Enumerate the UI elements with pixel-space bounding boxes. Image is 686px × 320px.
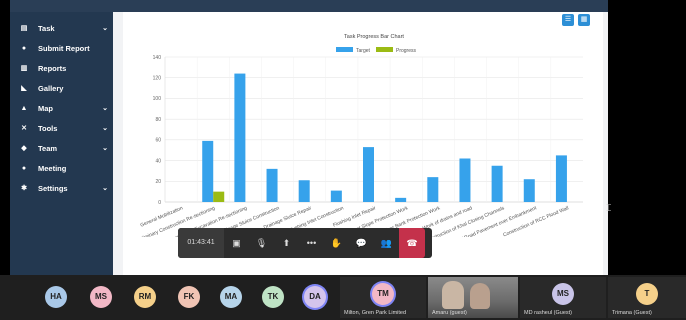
sidebar-item-label: Gallery — [38, 83, 64, 93]
legend-label-target: Target — [356, 48, 371, 54]
avatar[interactable]: TK — [262, 286, 284, 308]
avatar: T — [636, 283, 658, 305]
avatar[interactable]: DA — [304, 286, 326, 308]
legend-swatch-target — [336, 47, 353, 52]
task-icon: ▤ — [20, 25, 28, 32]
bar-target — [202, 140, 214, 202]
bar-target — [491, 165, 503, 202]
team-icon: ◆ — [21, 145, 27, 152]
avatar[interactable]: MS — [90, 286, 112, 308]
y-tick-label: 60 — [155, 138, 161, 144]
sidebar-item-settings[interactable]: ✱ Settings ⌄ — [18, 180, 108, 196]
sidebar-item-label: Tools — [38, 123, 58, 133]
participants-bar: HA MS RM FK MA TK DA TM Milton, Gren Park Limite… — [0, 275, 686, 320]
call-timer: 01:43:41 — [178, 228, 224, 258]
participant-name: Trimana (Guest) — [612, 310, 652, 316]
share-screen-icon[interactable]: ⬆ — [274, 228, 299, 258]
y-tick-label: 120 — [153, 76, 162, 82]
chevron-down-icon[interactable]: ⌄ — [102, 124, 108, 132]
settings-icon: ✱ — [21, 185, 27, 192]
bar-target — [427, 177, 439, 202]
camera-off-icon[interactable]: ▣ — [224, 228, 249, 258]
sidebar-item-label: Meeting — [38, 163, 67, 173]
sidebar-item-tools[interactable]: ✕ Tools ⌄ — [18, 120, 108, 136]
participant-video — [442, 281, 464, 309]
avatar[interactable]: RM — [134, 286, 156, 308]
participant-name: Amaru (guest) — [432, 310, 467, 316]
legend-swatch-progress — [376, 47, 393, 52]
sidebar-item-label: Task — [38, 23, 55, 33]
mouse-cursor-icon: ⌶ — [606, 203, 612, 213]
y-tick-label: 0 — [158, 200, 161, 206]
y-tick-label: 40 — [155, 158, 161, 164]
bar-target — [298, 180, 310, 202]
map-icon: ▲ — [20, 104, 28, 112]
bar-target — [330, 190, 342, 202]
y-tick-label: 20 — [155, 179, 161, 185]
sidebar-item-label: Settings — [38, 183, 68, 193]
y-tick-label: 140 — [153, 55, 162, 61]
avatar: MS — [552, 283, 574, 305]
right-blank-area — [608, 0, 686, 275]
y-tick-label: 80 — [155, 117, 161, 123]
chevron-down-icon[interactable]: ⌄ — [102, 104, 108, 112]
sidebar-item-label: Team — [38, 143, 58, 153]
sidebar-item-label: Reports — [38, 63, 67, 73]
chart-title: Task Progress Bar Chart — [344, 34, 404, 40]
legend-label-progress: Progress — [396, 48, 417, 54]
bar-target — [459, 158, 471, 202]
avatar: TM — [372, 283, 394, 305]
report-icon: ● — [21, 44, 27, 52]
end-call-icon[interactable]: ☎ — [399, 228, 425, 258]
avatar[interactable]: FK — [178, 286, 200, 308]
sidebar-item-gallery[interactable]: ◣ Gallery — [18, 80, 108, 96]
participant-tile[interactable]: TM Milton, Gren Park Limited — [340, 277, 426, 318]
avatar[interactable]: MA — [220, 286, 242, 308]
meeting-window: ▤ Task ⌄ ● Submit Report ▥ Reports ◣ Gallery ▲ Map… — [0, 0, 686, 320]
sidebar-item-label: Submit Report — [38, 43, 90, 53]
mic-off-icon[interactable]: 🎙 — [249, 228, 274, 258]
more-icon[interactable]: ••• — [299, 228, 324, 258]
sidebar-item-reports[interactable]: ▥ Reports — [18, 60, 108, 76]
participant-tile[interactable]: MS MD rasheul (Guest) — [520, 277, 606, 318]
bar-target — [234, 73, 246, 202]
sidebar-item-team[interactable]: ◆ Team ⌄ — [18, 140, 108, 156]
tools-icon: ✕ — [21, 125, 27, 132]
task-progress-chart: Task Progress Bar Chart Target Progress 0 20… — [134, 34, 583, 237]
participant-video — [470, 283, 490, 309]
avatar[interactable]: HA — [45, 286, 67, 308]
shared-screen: ▤ Task ⌄ ● Submit Report ▥ Reports ◣ Gallery ▲ Map… — [10, 0, 608, 275]
chevron-down-icon[interactable]: ⌄ — [102, 144, 108, 152]
gallery-icon: ◣ — [21, 85, 27, 92]
bar-target — [523, 179, 535, 202]
participant-tile[interactable]: Amaru (guest) — [428, 277, 518, 318]
bar-target — [363, 147, 374, 202]
sidebar-item-map[interactable]: ▲ Map ⌄ — [18, 100, 108, 116]
chevron-down-icon[interactable]: ⌄ — [102, 24, 108, 32]
participant-name: MD rasheul (Guest) — [524, 310, 572, 316]
sidebar-item-label: Map — [38, 103, 53, 113]
meeting-icon: ● — [21, 164, 27, 172]
y-tick-label: 100 — [153, 96, 162, 102]
participant-tile[interactable]: T Trimana (Guest) — [608, 277, 686, 318]
bar-target — [266, 168, 278, 202]
meeting-controls-bar: 01:43:41 ▣ 🎙 ⬆ ••• ✋ 💬 👥 ☎ — [178, 228, 432, 258]
chart-icon: ▥ — [20, 65, 28, 72]
sidebar-item-meeting[interactable]: ● Meeting — [18, 160, 108, 176]
bar-target — [555, 155, 567, 202]
chevron-down-icon[interactable]: ⌄ — [102, 184, 108, 192]
app-top-bar — [10, 0, 608, 12]
raise-hand-icon[interactable]: ✋ — [324, 228, 349, 258]
sidebar: ▤ Task ⌄ ● Submit Report ▥ Reports ◣ Gallery ▲ Map… — [10, 12, 113, 275]
chat-icon[interactable]: 💬 — [349, 228, 374, 258]
participant-name: Milton, Gren Park Limited — [344, 310, 407, 316]
sidebar-item-task[interactable]: ▤ Task ⌄ — [18, 20, 108, 36]
people-icon[interactable]: 👥 — [374, 228, 399, 258]
bar-target — [395, 197, 407, 202]
sidebar-item-submit-report[interactable]: ● Submit Report — [18, 40, 108, 56]
bar-progress — [213, 191, 225, 202]
